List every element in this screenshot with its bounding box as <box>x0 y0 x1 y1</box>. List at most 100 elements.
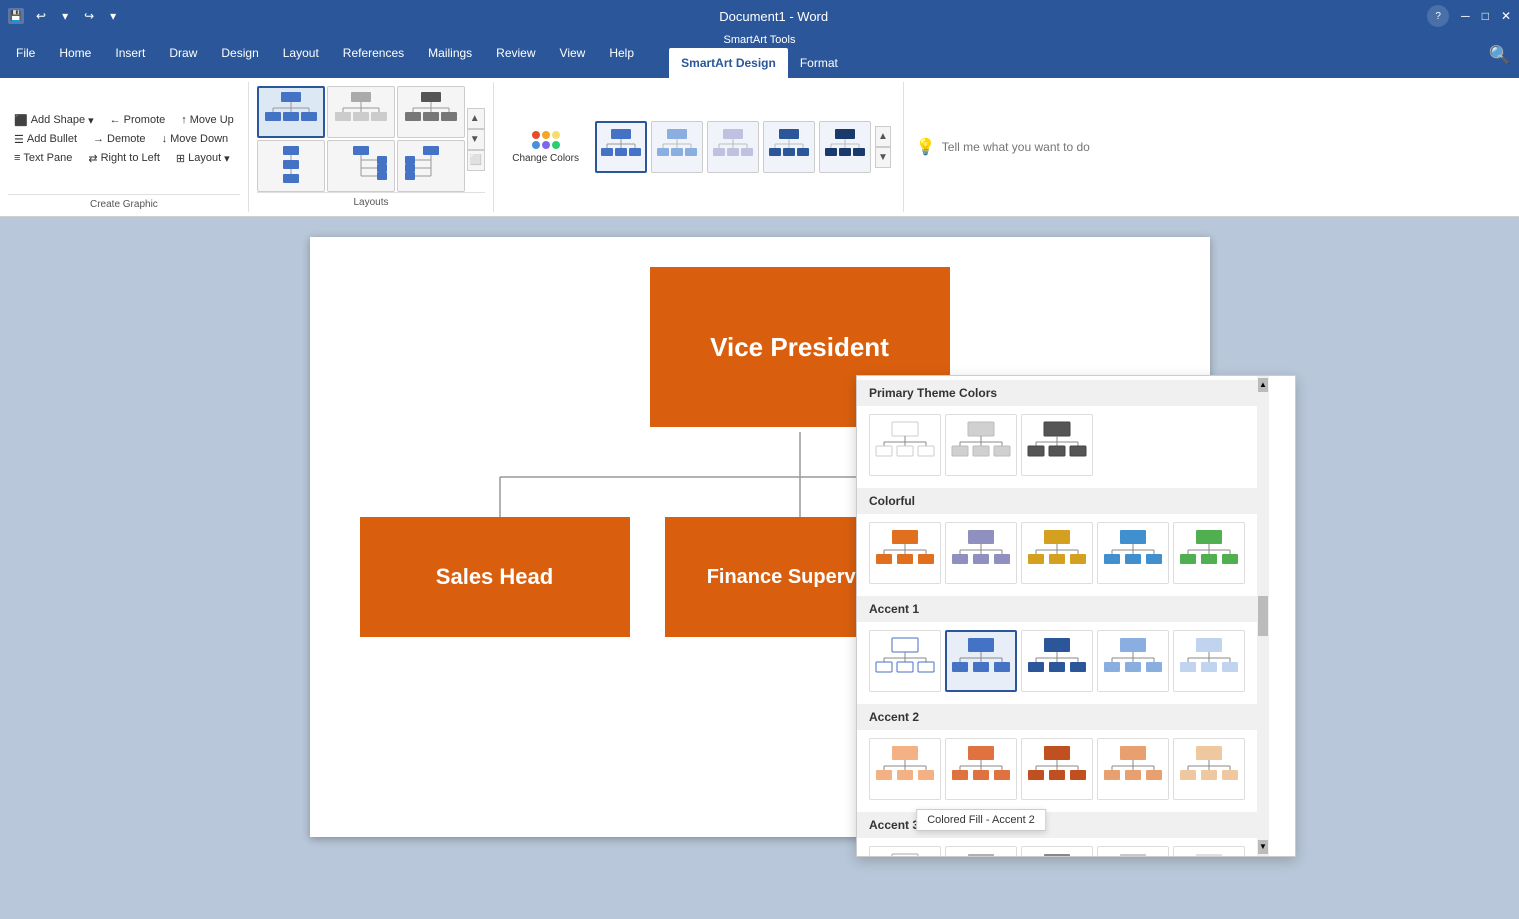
primary-option-1[interactable] <box>869 414 941 476</box>
title-bar-right: ? ─ □ ✕ <box>1427 5 1511 27</box>
tab-design[interactable]: Design <box>209 38 270 68</box>
title-bar-left: 💾 ↩ ▾ ↪ ▾ <box>8 7 120 25</box>
primary-option-3[interactable] <box>1021 414 1093 476</box>
tell-me-input[interactable] <box>942 140 1142 154</box>
styles-scroll-up[interactable]: ▲ <box>875 126 891 147</box>
tab-home[interactable]: Home <box>47 38 103 68</box>
redo-btn[interactable]: ↪ <box>80 7 98 25</box>
color-dots <box>532 131 560 149</box>
row-add-shape: ⬛ Add Shape ▾ ← Promote ↑ Move Up <box>8 112 240 129</box>
help-circle-icon[interactable]: ? <box>1427 5 1449 27</box>
accent3-option-1[interactable] <box>869 846 941 856</box>
accent1-option-3[interactable] <box>1021 630 1093 692</box>
undo-dropdown[interactable]: ▾ <box>58 7 72 25</box>
minimize-btn[interactable]: ─ <box>1461 9 1470 23</box>
layout-thumb-2[interactable] <box>327 86 395 138</box>
tab-view[interactable]: View <box>548 38 598 68</box>
accent1-option-2[interactable] <box>945 630 1017 692</box>
tab-insert[interactable]: Insert <box>103 38 157 68</box>
rtl-icon: ⇄ <box>88 152 97 165</box>
style-thumb-3[interactable] <box>707 121 759 173</box>
style-thumb-4[interactable] <box>763 121 815 173</box>
layout-thumb-5[interactable] <box>327 140 395 192</box>
style-thumb-1[interactable] <box>595 121 647 173</box>
accent1-header: Accent 1 <box>857 596 1257 622</box>
add-bullet-button[interactable]: ☰ Add Bullet <box>8 131 83 148</box>
dot-purple <box>542 141 550 149</box>
accent2-option-1[interactable] <box>869 738 941 800</box>
save-icon[interactable]: 💾 <box>8 8 24 24</box>
tab-help[interactable]: Help <box>597 38 646 68</box>
scrollbar-up[interactable]: ▲ <box>1258 378 1268 392</box>
accent3-option-4[interactable] <box>1097 846 1169 856</box>
text-pane-button[interactable]: ≡ Text Pane <box>8 150 78 166</box>
add-bullet-icon: ☰ <box>14 133 24 146</box>
promote-button[interactable]: ← Promote <box>104 112 172 128</box>
layout-thumb-3[interactable] <box>397 86 465 138</box>
accent3-option-3[interactable] <box>1021 846 1093 856</box>
layout-scroll-expand[interactable]: ▼ <box>467 129 485 150</box>
accent1-option-5[interactable] <box>1173 630 1245 692</box>
layout-thumb-4[interactable] <box>257 140 325 192</box>
accent3-option-2[interactable] <box>945 846 1017 856</box>
change-colors-group: Change Colors <box>494 82 904 212</box>
right-to-left-button[interactable]: ⇄ Right to Left <box>82 150 166 167</box>
colorful-option-4[interactable] <box>1097 522 1169 584</box>
accent3-option-5[interactable] <box>1173 846 1245 856</box>
demote-button[interactable]: → Demote <box>87 131 152 147</box>
layout-thumb-6[interactable] <box>397 140 465 192</box>
accent2-option-2[interactable]: Colored Fill - Accent 2 <box>945 738 1017 800</box>
style-thumb-2[interactable] <box>651 121 703 173</box>
tab-mailings[interactable]: Mailings <box>416 38 484 68</box>
layout-thumb-1[interactable] <box>257 86 325 138</box>
colorful-option-5[interactable] <box>1173 522 1245 584</box>
layout-scroll: ▲ ▼ ⬜ <box>467 108 485 171</box>
tab-draw[interactable]: Draw <box>157 38 209 68</box>
accent2-option-5[interactable] <box>1173 738 1245 800</box>
move-up-button[interactable]: ↑ Move Up <box>175 112 240 128</box>
sales-box: Sales Head <box>360 517 630 637</box>
dropdown-scrollbar[interactable]: ▲ ▼ <box>1257 376 1269 856</box>
style-thumb-5[interactable] <box>819 121 871 173</box>
accent2-option-3[interactable] <box>1021 738 1093 800</box>
tab-file[interactable]: File <box>4 38 47 68</box>
customize-qat[interactable]: ▾ <box>106 7 120 25</box>
document-area: Vice President Sales Head Finance Superv… <box>0 217 1519 919</box>
styles-scroll-down[interactable]: ▼ <box>875 147 891 168</box>
primary-option-2[interactable] <box>945 414 1017 476</box>
title-bar: 💾 ↩ ▾ ↪ ▾ Document1 - Word ? ─ □ ✕ <box>0 0 1519 32</box>
undo-btn[interactable]: ↩ <box>32 7 50 25</box>
create-graphic-label: Create Graphic <box>8 194 240 210</box>
move-down-button[interactable]: ↓ Move Down <box>156 131 235 147</box>
maximize-btn[interactable]: □ <box>1482 9 1489 23</box>
styles-scroll: ▲ ▼ <box>875 126 891 168</box>
layout-scroll-down[interactable]: ⬜ <box>467 150 485 171</box>
add-shape-dropdown-icon[interactable]: ▾ <box>88 114 94 127</box>
tell-me-area: 💡 <box>904 82 1154 212</box>
colorful-header: Colorful <box>857 488 1257 514</box>
scrollbar-track <box>1258 392 1268 596</box>
accent1-option-4[interactable] <box>1097 630 1169 692</box>
change-colors-button[interactable]: Change Colors <box>502 125 589 170</box>
tab-smartart-design[interactable]: SmartArt Design <box>669 48 788 78</box>
colorful-option-1[interactable] <box>869 522 941 584</box>
colorful-option-3[interactable] <box>1021 522 1093 584</box>
row-text-pane: ≡ Text Pane ⇄ Right to Left ⊞ Layout ▾ <box>8 150 240 167</box>
promote-icon: ← <box>110 114 121 126</box>
add-shape-button[interactable]: ⬛ Add Shape ▾ <box>8 112 100 129</box>
accent2-option-4[interactable] <box>1097 738 1169 800</box>
layout-dropdown-icon[interactable]: ▾ <box>224 152 230 165</box>
accent1-option-1[interactable] <box>869 630 941 692</box>
scrollbar-thumb[interactable] <box>1258 596 1268 636</box>
close-btn[interactable]: ✕ <box>1501 9 1511 23</box>
scrollbar-down[interactable]: ▼ <box>1258 840 1268 854</box>
colorful-option-2[interactable] <box>945 522 1017 584</box>
change-colors-label: Change Colors <box>512 153 579 164</box>
tab-format[interactable]: Format <box>788 48 850 78</box>
layout-button[interactable]: ⊞ Layout ▾ <box>170 150 236 167</box>
tab-layout[interactable]: Layout <box>271 38 331 68</box>
tab-references[interactable]: References <box>331 38 416 68</box>
layout-scroll-up[interactable]: ▲ <box>467 108 485 129</box>
ribbon-collapse-btn[interactable]: 🔍 <box>1489 45 1511 66</box>
tab-review[interactable]: Review <box>484 38 547 68</box>
